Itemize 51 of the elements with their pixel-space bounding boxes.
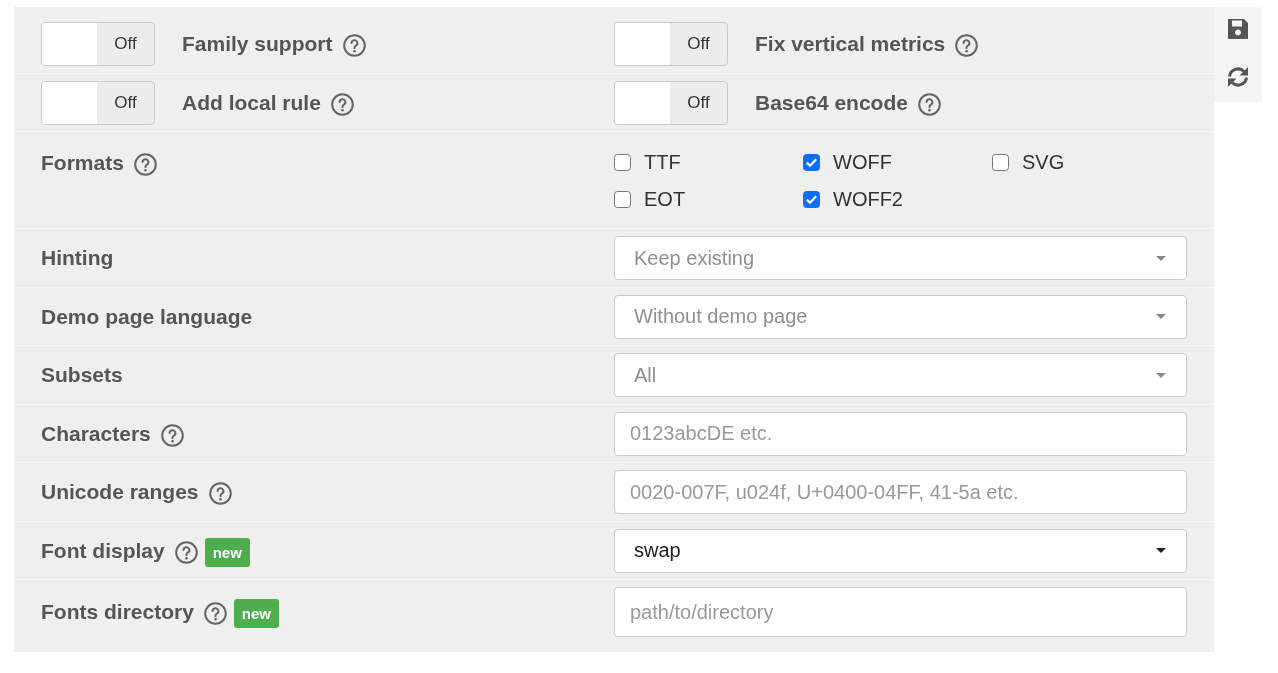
caret-icon xyxy=(1156,372,1166,378)
help-icon[interactable] xyxy=(208,482,232,505)
help-icon[interactable] xyxy=(342,34,366,57)
input-field[interactable]: 0123abcDE etc. xyxy=(614,411,1187,456)
setting-label: Formats xyxy=(41,150,124,175)
help-icon[interactable] xyxy=(160,423,184,447)
setting-label: Base64 encode xyxy=(755,90,908,115)
caret-icon xyxy=(1156,255,1166,261)
checkbox[interactable] xyxy=(803,191,820,208)
help-icon[interactable] xyxy=(203,602,227,625)
save-icon[interactable] xyxy=(1226,17,1250,41)
checkbox-label[interactable]: WOFF2 xyxy=(833,188,903,211)
setting-label: Add local rule xyxy=(182,90,321,115)
checkbox[interactable] xyxy=(803,154,820,171)
setting-label: Characters xyxy=(41,421,151,446)
setting-label: Fix vertical metrics xyxy=(755,32,946,56)
caret-icon xyxy=(1156,548,1166,553)
setting-label: Fonts directory xyxy=(41,600,194,624)
setting-label: Font display xyxy=(41,538,165,563)
toggle-switch[interactable]: Off xyxy=(41,80,155,125)
help-icon[interactable] xyxy=(955,34,979,57)
switch-knob xyxy=(615,23,670,65)
switch-knob xyxy=(42,81,97,124)
label-badge: new xyxy=(233,599,280,628)
help-icon[interactable] xyxy=(917,92,941,116)
caret-icon xyxy=(1156,314,1166,319)
toggle-switch[interactable]: Off xyxy=(614,22,728,66)
input-field[interactable]: path/to/directory xyxy=(614,587,1187,637)
help-icon[interactable] xyxy=(174,540,198,564)
checkbox-label[interactable]: EOT xyxy=(644,188,686,211)
label-badge: new xyxy=(204,537,250,567)
help-icon[interactable] xyxy=(330,92,354,116)
toggle-switch[interactable]: Off xyxy=(614,80,728,125)
dropdown[interactable]: swap xyxy=(614,528,1187,573)
switch-knob xyxy=(615,81,670,124)
setting-label: Unicode ranges xyxy=(41,480,199,504)
checkbox-label[interactable]: SVG xyxy=(1022,151,1065,174)
setting-label: Subsets xyxy=(41,363,123,387)
checkbox-label[interactable]: TTF xyxy=(644,151,681,174)
setting-label: Demo page language xyxy=(41,304,253,329)
switch-knob xyxy=(42,23,97,65)
setting-label: Family support xyxy=(182,32,333,56)
checkbox[interactable] xyxy=(614,191,631,208)
refresh-icon[interactable] xyxy=(1226,65,1250,89)
checkbox-label[interactable]: WOFF xyxy=(833,151,892,174)
checkbox[interactable] xyxy=(614,154,631,171)
input-field[interactable]: 0020-007F, u024f, U+0400-04FF, 41-5a etc. xyxy=(614,470,1187,514)
setting-label: Hinting xyxy=(41,246,114,270)
toggle-switch[interactable]: Off xyxy=(41,22,155,66)
help-icon[interactable] xyxy=(133,152,157,176)
checkbox[interactable] xyxy=(992,154,1009,171)
